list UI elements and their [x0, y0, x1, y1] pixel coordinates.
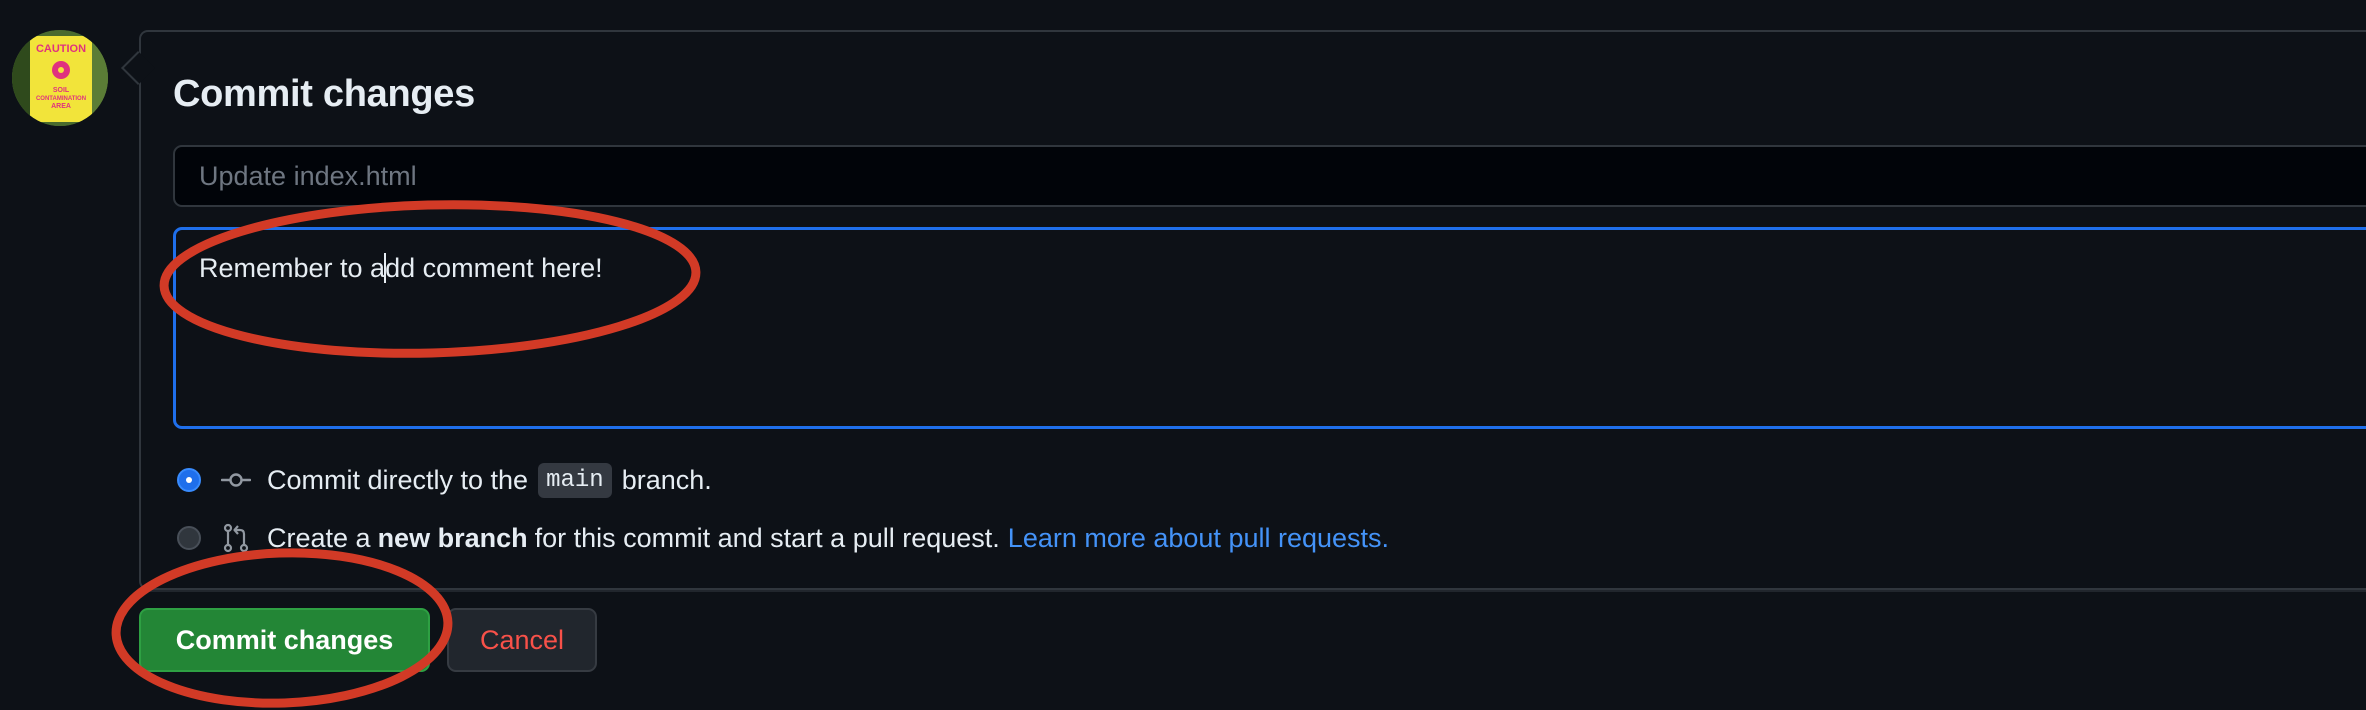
- sign-contamination-text: CONTAMINATION: [36, 96, 86, 102]
- new-branch-label-end: for this commit and start a pull request…: [534, 522, 1000, 553]
- new-branch-label-start: Create a: [267, 522, 371, 553]
- branch-name-code: main: [538, 462, 612, 498]
- commit-summary-input[interactable]: [173, 145, 2366, 207]
- commit-directly-radio[interactable]: [177, 468, 201, 492]
- commit-directly-label-end: branch.: [621, 464, 712, 495]
- sign-caution-text: CAUTION: [36, 43, 86, 55]
- commit-changes-button[interactable]: Commit changes: [139, 608, 430, 672]
- description-text-after-caret: dd comment here!: [385, 253, 603, 283]
- learn-more-pull-requests-link[interactable]: Learn more about pull requests.: [1008, 523, 1389, 554]
- sign-area-text: AREA: [51, 103, 71, 110]
- avatar[interactable]: CAUTION SOIL CONTAMINATION AREA: [12, 30, 108, 126]
- commit-directly-option[interactable]: Commit directly to the main branch.: [177, 460, 712, 500]
- commit-directly-label: Commit directly to the: [267, 464, 529, 495]
- new-branch-label-bold: new branch: [377, 522, 528, 553]
- sign-soil-text: SOIL: [53, 87, 70, 94]
- commit-panel-title: Commit changes: [173, 73, 475, 115]
- git-pull-request-icon: [223, 523, 249, 553]
- commit-description-textarea[interactable]: Remember to add comment here!: [173, 227, 2366, 429]
- new-branch-radio[interactable]: [177, 526, 201, 550]
- caution-sign-avatar-icon: CAUTION SOIL CONTAMINATION AREA: [12, 30, 108, 126]
- description-text-before-caret: Remember to a: [199, 253, 386, 283]
- new-branch-option[interactable]: Create a new branch for this commit and …: [177, 518, 1389, 558]
- panel-divider: [139, 590, 2366, 592]
- git-commit-icon: [221, 473, 251, 487]
- page: CAUTION SOIL CONTAMINATION AREA Commit c…: [0, 0, 2366, 710]
- cancel-button[interactable]: Cancel: [447, 608, 597, 672]
